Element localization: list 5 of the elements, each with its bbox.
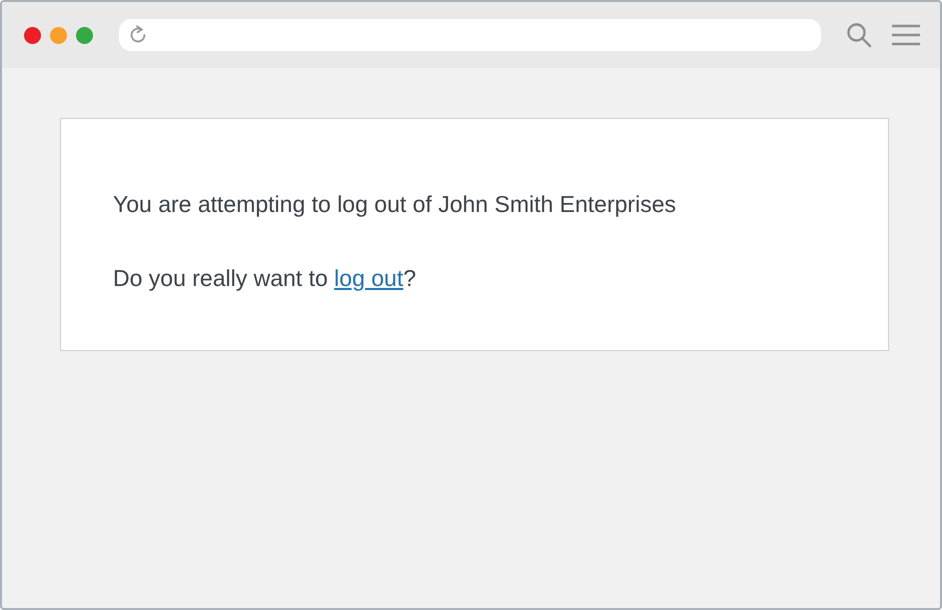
search-icon[interactable]: [846, 22, 872, 48]
log-out-link[interactable]: log out: [334, 265, 404, 291]
menu-icon[interactable]: [892, 24, 920, 46]
logout-message: You are attempting to log out of John Smith Enterprises: [113, 190, 676, 218]
logout-question: Do you really want to log out?: [113, 264, 416, 292]
